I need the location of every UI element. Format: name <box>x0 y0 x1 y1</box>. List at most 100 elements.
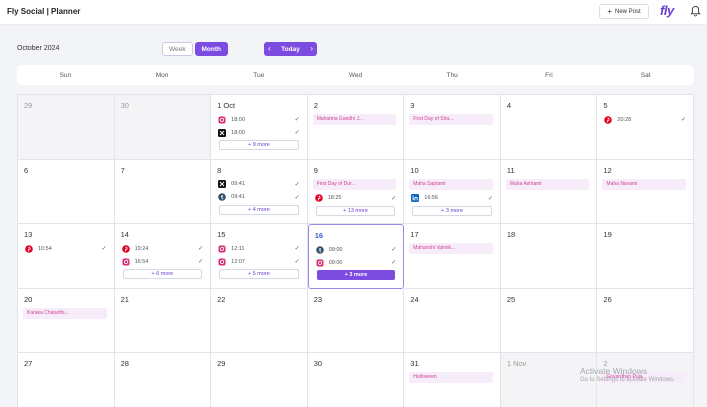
scheduled-post[interactable]: 09:41 ✓ <box>216 179 302 190</box>
more-posts-button[interactable]: + 13 more <box>315 205 396 216</box>
scheduled-post[interactable]: 09:00 ✓ <box>314 257 399 268</box>
calendar-day-cell[interactable]: 29 <box>18 95 115 160</box>
calendar-day-cell[interactable]: 17 Maharishi Valmik... <box>404 224 501 289</box>
calendar-day-cell[interactable]: 21 <box>114 288 212 353</box>
more-posts-button[interactable]: + 9 more <box>219 140 299 150</box>
more-posts-button[interactable]: + 3 more <box>316 270 396 280</box>
bell-icon[interactable] <box>690 5 701 17</box>
calendar-day-cell[interactable]: 1 Oct 18:00 ✓ 18:00 ✓ + 9 more <box>211 95 308 160</box>
calendar-day-cell[interactable]: 30 <box>114 95 212 160</box>
check-icon: ✓ <box>391 247 397 253</box>
day-number: 12 <box>603 165 612 175</box>
calendar-day-cell[interactable]: 14 19:24 ✓ 16:54 ✓ + 6 more <box>114 224 212 289</box>
holiday-event[interactable]: Maha Saptami <box>409 178 493 190</box>
day-number: 19 <box>603 230 612 239</box>
calendar-day-cell[interactable]: 18 <box>500 224 598 289</box>
more-posts-button[interactable]: + 5 more <box>219 269 299 279</box>
holiday-event[interactable]: Maharishi Valmik... <box>409 243 493 254</box>
scheduled-post[interactable]: 16:56 ✓ <box>409 193 495 204</box>
calendar-day-cell[interactable]: 9 First Day of Dur... 18:25 ✓ + 13 more <box>307 159 405 224</box>
calendar-day-cell[interactable]: 20 Karaka Chaturthi... <box>18 288 115 353</box>
calendar-day-cell[interactable]: 26 <box>597 288 694 353</box>
post-time: 12:07 <box>231 258 245 265</box>
instagram-icon <box>122 258 130 266</box>
holiday-event[interactable]: Mahatma Gandhi J... <box>312 114 397 125</box>
weekday-label: Sat <box>640 71 651 79</box>
calendar-day-cell[interactable]: 1 Nov <box>500 353 598 407</box>
calendar-day-cell[interactable]: 10 Maha Saptami 16:56 ✓ + 3 more <box>404 159 501 224</box>
chevron-left-icon[interactable]: ‹ <box>268 45 271 53</box>
holiday-event[interactable]: Govardhan Puja <box>602 372 686 383</box>
calendar-day-cell[interactable]: 13 10:54 ✓ <box>18 224 115 289</box>
holiday-event[interactable]: First Day of Sha... <box>409 114 493 125</box>
calendar-day-cell[interactable]: 28 <box>114 353 212 407</box>
day-number: 5 <box>603 101 608 110</box>
scheduled-post[interactable]: 18:00 ✓ <box>216 127 302 138</box>
scheduled-post[interactable]: 18:00 ✓ <box>216 114 302 125</box>
day-number: 29 <box>217 359 226 368</box>
holiday-event[interactable]: Halloween <box>409 372 493 383</box>
calendar-day-cell[interactable]: 2 Mahatma Gandhi J... <box>307 95 405 160</box>
calendar-day-cell[interactable]: 5 20:28 ✓ <box>597 95 694 160</box>
new-post-button[interactable]: + New Post <box>599 4 649 19</box>
scheduled-post[interactable]: 18:25 ✓ <box>313 193 399 204</box>
month-view-button[interactable]: Month <box>194 42 228 56</box>
calendar-day-cell[interactable]: 12 Maha Navami <box>597 159 694 224</box>
check-icon: ✓ <box>294 117 300 123</box>
more-posts-button[interactable]: + 4 more <box>219 204 299 215</box>
holiday-event[interactable]: Karaka Chaturthi... <box>23 307 107 319</box>
instagram-icon <box>218 116 226 124</box>
scheduled-post[interactable]: 12:11 ✓ <box>216 243 302 254</box>
calendar-day-cell[interactable]: 3 First Day of Sha... <box>404 95 501 160</box>
calendar-day-cell[interactable]: 11 Maha Ashtami <box>500 159 598 224</box>
calendar-day-cell[interactable]: 6 <box>18 159 115 224</box>
calendar-day-cell[interactable]: 29 <box>211 353 308 407</box>
post-time: 09:00 <box>328 246 343 253</box>
scheduled-post[interactable]: 10:54 ✓ <box>23 243 109 254</box>
day-number: 7 <box>120 165 125 175</box>
app-title: Fly Social | Planner <box>7 7 81 16</box>
calendar-day-cell[interactable]: 16 09:00 ✓ 09:00 ✓ + 3 more <box>307 224 405 289</box>
check-icon: ✓ <box>198 259 204 265</box>
scheduled-post[interactable]: 12:07 ✓ <box>216 256 302 267</box>
check-icon: ✓ <box>294 259 300 265</box>
day-number: 13 <box>24 230 33 239</box>
calendar-day-cell[interactable]: 4 <box>500 95 598 160</box>
chevron-right-icon[interactable]: › <box>310 45 313 53</box>
calendar-day-cell[interactable]: 8 09:41 ✓ 09:41 ✓ + 4 more <box>211 159 308 224</box>
holiday-event[interactable]: First Day of Dur... <box>312 178 397 190</box>
calendar-day-cell[interactable]: 19 <box>597 224 694 289</box>
x-icon <box>218 180 227 188</box>
calendar-day-cell[interactable]: 30 <box>307 353 405 407</box>
scheduled-post[interactable]: 16:54 ✓ <box>120 256 206 267</box>
calendar-day-cell[interactable]: 22 <box>211 288 308 353</box>
calendar-day-cell[interactable]: 23 <box>307 288 405 353</box>
more-posts-button[interactable]: + 6 more <box>122 269 203 279</box>
day-number: 1 Nov <box>506 359 527 368</box>
day-number: 9 <box>313 165 318 175</box>
calendar-day-cell[interactable]: 2 Govardhan Puja <box>597 353 694 407</box>
scheduled-post[interactable]: 09:41 ✓ <box>216 192 302 203</box>
holiday-event[interactable]: Maha Navami <box>602 178 686 190</box>
post-time: 18:00 <box>231 116 245 123</box>
top-bar: Fly Social | Planner + New Post fly <box>0 0 707 25</box>
today-button[interactable]: Today <box>281 46 300 53</box>
day-number: 3 <box>410 101 415 110</box>
scheduled-post[interactable]: 09:00 ✓ <box>314 244 399 255</box>
more-posts-button[interactable]: + 3 more <box>412 205 492 216</box>
calendar-day-cell[interactable]: 27 <box>18 353 115 407</box>
scheduled-post[interactable]: 19:24 ✓ <box>120 243 206 254</box>
week-view-button[interactable]: Week <box>162 42 193 56</box>
calendar-day-cell[interactable]: 24 <box>404 288 501 353</box>
check-icon: ✓ <box>294 130 300 136</box>
day-number: 20 <box>24 294 33 304</box>
calendar-day-cell[interactable]: 7 <box>114 159 212 224</box>
post-time: 18:25 <box>327 195 342 201</box>
calendar-day-cell[interactable]: 15 12:11 ✓ 12:07 ✓ + 5 more <box>211 224 308 289</box>
calendar-day-cell[interactable]: 25 <box>500 288 598 353</box>
scheduled-post[interactable]: 20:28 ✓ <box>602 114 688 125</box>
calendar-day-cell[interactable]: 31 Halloween <box>404 353 501 407</box>
day-number: 2 <box>313 101 318 110</box>
post-time: 19:24 <box>134 245 149 252</box>
holiday-event[interactable]: Maha Ashtami <box>505 178 590 190</box>
